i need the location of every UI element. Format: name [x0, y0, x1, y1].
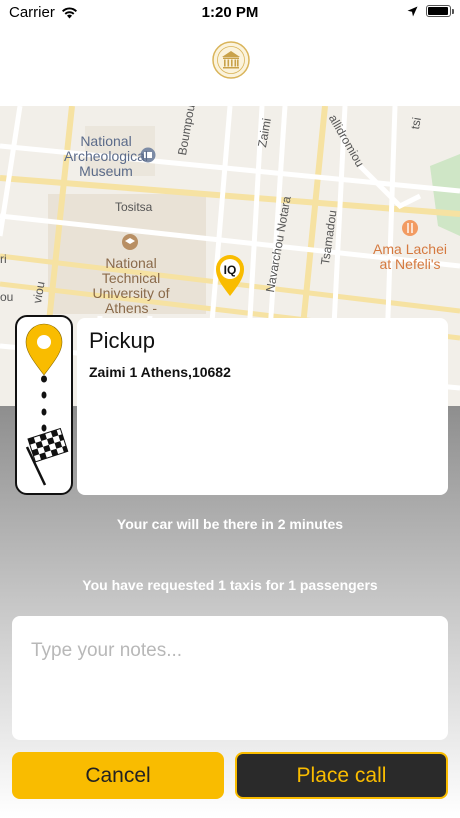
- poi-restaurant[interactable]: Ama Lachei at Nefeli's: [370, 242, 450, 272]
- pickup-address[interactable]: Zaimi 1 Athens,10682: [89, 364, 231, 380]
- status-time: 1:20 PM: [201, 4, 259, 21]
- street-ri: ri: [0, 252, 7, 266]
- notes-input[interactable]: [12, 616, 448, 740]
- poi-university[interactable]: National Technical University of Athens …: [86, 256, 176, 316]
- pin-hole: [37, 335, 51, 349]
- brand-marker: IQ: [224, 263, 237, 277]
- pickup-card[interactable]: Pickup Zaimi 1 Athens,10682: [77, 318, 448, 495]
- street-tositsa: Tositsa: [115, 200, 153, 214]
- poi-museum[interactable]: National Archeological Museum: [44, 134, 168, 179]
- header: [0, 26, 460, 106]
- street-ou: ou: [0, 290, 14, 304]
- route-indicator: [15, 315, 73, 495]
- place-call-button[interactable]: Place call: [235, 752, 448, 799]
- battery-icon: [426, 5, 454, 17]
- logo-icon: [212, 41, 250, 79]
- pickup-title: Pickup: [89, 328, 156, 353]
- route-graphic: [25, 323, 69, 486]
- status-right: [407, 5, 454, 17]
- pickup-pin-icon: [25, 323, 63, 376]
- request-summary-text: You have requested 1 taxis for 1 passeng…: [82, 577, 378, 593]
- finish-flag-icon: [25, 427, 69, 486]
- street-tsi: tsi: [408, 116, 424, 131]
- status-bar: Carrier 1:20 PM: [0, 0, 460, 26]
- location-arrow-icon: [407, 6, 418, 16]
- cancel-button[interactable]: Cancel: [12, 752, 224, 799]
- eta-text: Your car will be there in 2 minutes: [116, 516, 344, 532]
